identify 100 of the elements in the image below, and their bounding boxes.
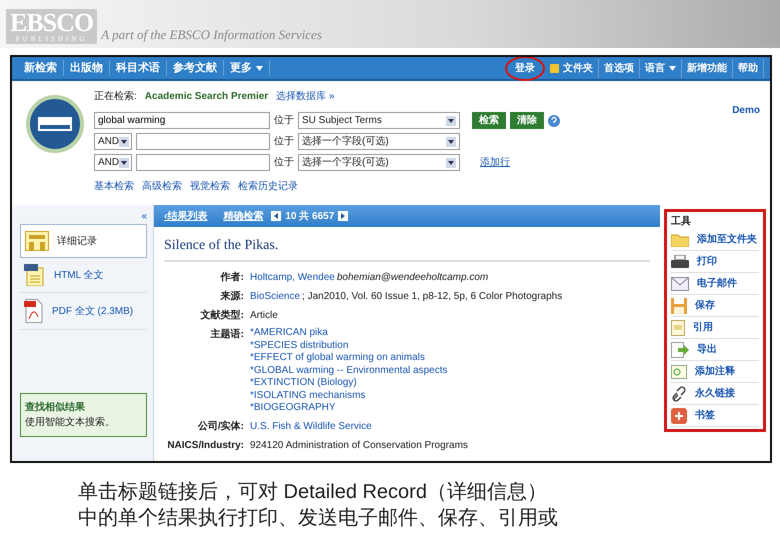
document-icon: [24, 264, 46, 286]
search-mode-link[interactable]: 高级检索: [142, 179, 182, 194]
demo-label: Demo: [732, 104, 760, 118]
caption-text: 单击标题链接后，可对 Detailed Record（详细信息）: [78, 480, 548, 505]
search-input-field[interactable]: global warming: [94, 112, 270, 129]
subject-term-link[interactable]: *BIOGEOGRAPHY: [250, 402, 448, 414]
field-label: NAICS/Industry:: [166, 438, 244, 452]
nav-link[interactable]: 科目术语: [110, 60, 167, 76]
tool-link[interactable]: 书签: [671, 405, 759, 427]
dropdown-arrow-icon: [119, 136, 130, 146]
tool-link[interactable]: 保存: [671, 295, 759, 317]
document-icon: [25, 231, 49, 251]
field-detail: ; Jan2010, Vol. 60 Issue 1, p8-12, 5p, 6 Color Photographs: [302, 290, 562, 304]
full-text-option[interactable]: 详细记录: [20, 224, 147, 258]
field-label: 作者:: [219, 270, 244, 285]
floppy-icon: [671, 298, 687, 314]
subject-term-link[interactable]: *EXTINCTION (Biology): [250, 377, 448, 390]
field-label: 公司/实体:: [196, 419, 244, 434]
refine-search-link[interactable]: 精确检索: [223, 208, 264, 224]
field-label: 来源:: [220, 290, 244, 304]
search-mode-link[interactable]: 基本检索: [94, 179, 134, 194]
folder-icon: [550, 63, 559, 73]
dropdown-arrow-icon: [119, 158, 130, 168]
field-value-link[interactable]: BioScience: [250, 289, 300, 304]
subject-term-link[interactable]: *GLOBAL warming -- Environmental aspects: [250, 364, 448, 377]
field-value-link[interactable]: Holtcamp, Wendee: [250, 270, 335, 285]
dropdown-arrow-icon: [446, 158, 456, 168]
search-mode-link[interactable]: 视觉检索: [190, 179, 230, 194]
subject-term-link[interactable]: *SPECIES distribution: [250, 340, 448, 352]
tool-link[interactable]: 添加至文件夹: [671, 229, 759, 251]
tool-link[interactable]: 添加注释: [671, 361, 759, 383]
record-title[interactable]: Silence of the Pikas.: [164, 235, 650, 262]
field-dropdown[interactable]: SU Subject Terms: [298, 112, 460, 129]
search-button[interactable]: 检索: [472, 112, 506, 129]
record-position: 10 共 6657: [285, 210, 334, 224]
search-input-field[interactable]: [136, 154, 270, 171]
tool-link[interactable]: 导出: [671, 339, 759, 361]
envelope-icon: [671, 276, 689, 290]
field-dropdown[interactable]: 选择一个字段(可选): [298, 133, 460, 150]
search-mode-link[interactable]: 检索历史记录: [238, 179, 298, 194]
next-icon: [338, 211, 348, 221]
note-icon: [671, 364, 687, 378]
dropdown-arrow-icon: [446, 116, 456, 126]
caret-icon: [669, 66, 676, 70]
back-to-results-link[interactable]: ‹结果列表: [164, 208, 208, 224]
tools-heading: 工具: [671, 214, 692, 229]
field-value: 924120 Administration of Conservation Programs: [250, 438, 468, 452]
nav-link[interactable]: 文件夹: [545, 58, 599, 78]
nav-link[interactable]: 帮助: [733, 58, 764, 78]
field-label: 文献类型:: [200, 308, 244, 323]
field-label: 位于: [274, 156, 294, 170]
similar-results-link[interactable]: 查找相似结果: [25, 400, 142, 415]
field-value-link[interactable]: U.S. Fish & Wildlife Service: [250, 418, 372, 434]
subject-term-link[interactable]: *AMERICAN pika: [250, 327, 448, 340]
previous-icon: [271, 211, 282, 221]
choose-database-link[interactable]: 选择数据库 »: [276, 89, 335, 104]
printer-icon: [671, 254, 689, 268]
full-text-option[interactable]: HTML 全文: [20, 258, 147, 293]
clear-button[interactable]: 清除: [510, 112, 544, 129]
caption-text: 中的单个结果执行打印、发送电子邮件、保存、引用或: [78, 506, 559, 531]
tool-link[interactable]: 永久链接: [671, 383, 759, 405]
nav-link[interactable]: 出版物: [64, 60, 110, 76]
field-label: 位于: [274, 114, 294, 128]
tool-link[interactable]: 电子邮件: [671, 273, 759, 295]
subject-term-link[interactable]: *EFFECT of global warming on animals: [250, 352, 448, 364]
tool-link[interactable]: 引用: [671, 317, 759, 339]
nav-link[interactable]: 语言: [640, 58, 682, 78]
subject-term-link[interactable]: *ISOLATING mechanisms: [250, 390, 448, 402]
tool-link[interactable]: 打印: [671, 251, 759, 273]
dropdown-arrow-icon: [446, 136, 456, 146]
nav-link[interactable]: 新检索: [18, 60, 64, 76]
document-icon: [671, 320, 685, 336]
search-input-field[interactable]: [136, 133, 270, 150]
operator-dropdown[interactable]: AND: [94, 133, 132, 150]
nav-link[interactable]: 更多: [224, 60, 270, 76]
field-label: 位于: [274, 135, 294, 149]
database-name: Academic Search Premier: [144, 90, 268, 104]
field-detail: bohemian@wendeeholtcamp.com: [336, 271, 488, 285]
nav-link[interactable]: 登录: [505, 57, 545, 80]
add-row-link[interactable]: 添加行: [480, 155, 510, 170]
similar-results-text: 使用智能文本搜索。: [25, 416, 116, 430]
chain-link-icon: [671, 386, 687, 402]
field-label: 主题语:: [210, 327, 244, 342]
collapse-toggle[interactable]: «: [20, 209, 147, 224]
field-dropdown[interactable]: 选择一个字段(可选): [298, 154, 460, 171]
caret-icon: [256, 66, 263, 70]
help-icon: [548, 114, 560, 126]
searching-label: 正在检索:: [94, 90, 137, 104]
field-value: Article: [250, 309, 278, 323]
nav-link[interactable]: 新增功能: [682, 58, 733, 78]
plus-icon: [671, 408, 687, 424]
nav-link[interactable]: 首选项: [599, 58, 640, 78]
folder-icon: [671, 232, 689, 246]
pdf-file-icon: [24, 299, 44, 323]
full-text-option[interactable]: PDF 全文 (2.3MB): [20, 293, 147, 330]
tagline: A part of the EBSCO Information Services: [101, 26, 322, 44]
document-arrow-icon: [671, 342, 689, 358]
ebscohost-logo-icon: [26, 95, 84, 153]
operator-dropdown[interactable]: AND: [94, 154, 132, 171]
nav-link[interactable]: 参考文献: [167, 60, 224, 76]
